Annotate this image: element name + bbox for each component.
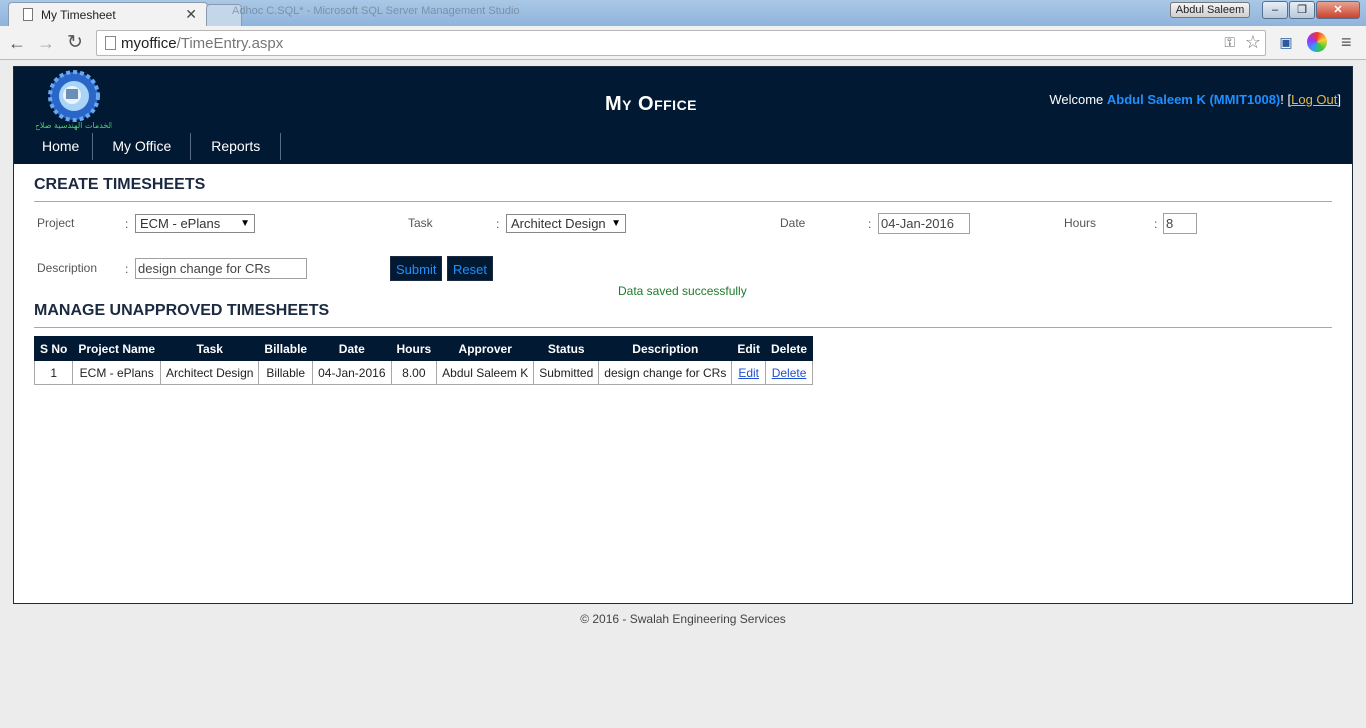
cell-project: ECM - ePlans bbox=[72, 360, 162, 385]
cell-billable: Billable bbox=[258, 360, 314, 385]
cell-date: 04-Jan-2016 bbox=[312, 360, 392, 385]
extension-icon[interactable]: ▣ bbox=[1276, 32, 1296, 52]
colon: : bbox=[868, 217, 872, 231]
colon: : bbox=[125, 262, 129, 276]
svg-text:الخدمات الهندسية صلاح: الخدمات الهندسية صلاح bbox=[36, 121, 112, 130]
column-header: S No bbox=[33, 336, 74, 361]
manage-section-title: MANAGE UNAPPROVED TIMESHEETS bbox=[34, 302, 330, 319]
back-arrow-icon[interactable]: ← bbox=[6, 32, 28, 54]
hours-label: Hours bbox=[1064, 216, 1097, 230]
chevron-down-icon: ▼ bbox=[609, 215, 621, 232]
column-header: Status bbox=[533, 336, 600, 361]
tab-title: My Timesheet bbox=[41, 8, 116, 22]
column-header: Task bbox=[160, 336, 260, 361]
browser-titlebar: My Timesheet ✕ Adhoc C.SQL* - Microsoft … bbox=[0, 0, 1366, 26]
welcome-message: Welcome Abdul Saleem K (MMIT1008)! [Log … bbox=[1049, 92, 1341, 107]
reload-icon[interactable]: ↻ bbox=[64, 32, 86, 54]
column-header: Edit bbox=[731, 336, 767, 361]
edit-link[interactable]: Edit bbox=[738, 366, 759, 380]
cell-hours: 8.00 bbox=[390, 360, 438, 385]
page-frame: الخدمات الهندسية صلاح My Office Welcome … bbox=[13, 66, 1353, 604]
key-icon[interactable]: ⚿ bbox=[1224, 34, 1235, 51]
chevron-down-icon: ▼ bbox=[240, 218, 250, 229]
submit-button[interactable]: Submit bbox=[390, 256, 443, 281]
column-header: Delete bbox=[765, 336, 814, 361]
minimize-icon[interactable]: – bbox=[1262, 1, 1288, 19]
footer: © 2016 - Swalah Engineering Services bbox=[580, 612, 786, 626]
project-select[interactable]: ECM - ePlans ▼ bbox=[135, 214, 255, 233]
table-header-row: S No Project Name Task Billable Date Hou… bbox=[33, 336, 814, 361]
logout-link[interactable]: Log Out bbox=[1291, 92, 1337, 107]
cell-delete: Delete bbox=[765, 360, 814, 385]
description-label: Description bbox=[37, 261, 98, 275]
cell-description: design change for CRs bbox=[598, 360, 733, 385]
nav-my-office[interactable]: My Office bbox=[93, 133, 192, 160]
divider bbox=[34, 201, 1332, 202]
column-header: Approver bbox=[436, 336, 535, 361]
browser-tab[interactable]: My Timesheet ✕ bbox=[8, 2, 208, 26]
divider bbox=[34, 327, 1332, 328]
forward-arrow-icon[interactable]: → bbox=[35, 32, 57, 54]
cell-status: Submitted bbox=[533, 360, 600, 385]
window-close-icon[interactable]: ✕ bbox=[1316, 1, 1360, 19]
date-input[interactable]: 04-Jan-2016 bbox=[878, 213, 970, 234]
create-section-title: CREATE TIMESHEETS bbox=[34, 176, 206, 193]
table-row: 1 ECM - ePlans Architect Design Billable… bbox=[33, 360, 814, 385]
success-message: Data saved successfully bbox=[618, 284, 747, 298]
timesheet-table: S No Project Name Task Billable Date Hou… bbox=[33, 336, 814, 385]
nav-home[interactable]: Home bbox=[29, 133, 94, 160]
main-nav: Home My Office Reports bbox=[29, 133, 282, 160]
column-header: Project Name bbox=[72, 336, 162, 361]
description-input[interactable]: design change for CRs bbox=[135, 258, 307, 279]
document-icon bbox=[105, 36, 116, 50]
column-header: Description bbox=[598, 336, 733, 361]
browser-toolbar: ← → ↻ myoffice/TimeEntry.aspx ⚿ ☆ ▣ ≡ bbox=[0, 26, 1366, 60]
nav-reports[interactable]: Reports bbox=[191, 133, 282, 160]
cell-sno: 1 bbox=[33, 360, 74, 385]
reset-button[interactable]: Reset bbox=[447, 256, 493, 281]
cell-approver: Abdul Saleem K bbox=[436, 360, 535, 385]
address-bar[interactable]: myoffice/TimeEntry.aspx ⚿ ☆ bbox=[96, 30, 1266, 56]
date-label: Date bbox=[780, 216, 806, 230]
site-header: الخدمات الهندسية صلاح My Office Welcome … bbox=[14, 67, 1352, 164]
color-wheel-extension-icon[interactable] bbox=[1307, 32, 1327, 52]
task-label: Task bbox=[408, 216, 433, 230]
colon: : bbox=[125, 217, 129, 231]
project-label: Project bbox=[37, 216, 75, 230]
user-name: Abdul Saleem K (MMIT1008) bbox=[1106, 92, 1281, 107]
maximize-icon[interactable]: ❐ bbox=[1289, 1, 1315, 19]
column-header: Billable bbox=[258, 336, 314, 361]
cell-edit: Edit bbox=[731, 360, 767, 385]
background-window-title: Adhoc C.SQL* - Microsoft SQL Server Mana… bbox=[232, 5, 520, 17]
page-icon bbox=[23, 8, 33, 21]
profile-chip[interactable]: Abdul Saleem bbox=[1170, 2, 1250, 18]
hours-input[interactable]: 8 bbox=[1163, 213, 1197, 234]
colon: : bbox=[496, 217, 500, 231]
delete-link[interactable]: Delete bbox=[772, 366, 807, 380]
task-select[interactable]: Architect Design ▼ bbox=[506, 214, 626, 233]
bookmark-star-icon[interactable]: ☆ bbox=[1245, 32, 1261, 53]
column-header: Date bbox=[312, 336, 392, 361]
tab-close-icon[interactable]: ✕ bbox=[185, 6, 197, 23]
colon: : bbox=[1154, 217, 1158, 231]
cell-task: Architect Design bbox=[160, 360, 260, 385]
browser-menu-icon[interactable]: ≡ bbox=[1341, 32, 1352, 53]
column-header: Hours bbox=[390, 336, 438, 361]
url-text: myoffice/TimeEntry.aspx bbox=[121, 35, 284, 52]
